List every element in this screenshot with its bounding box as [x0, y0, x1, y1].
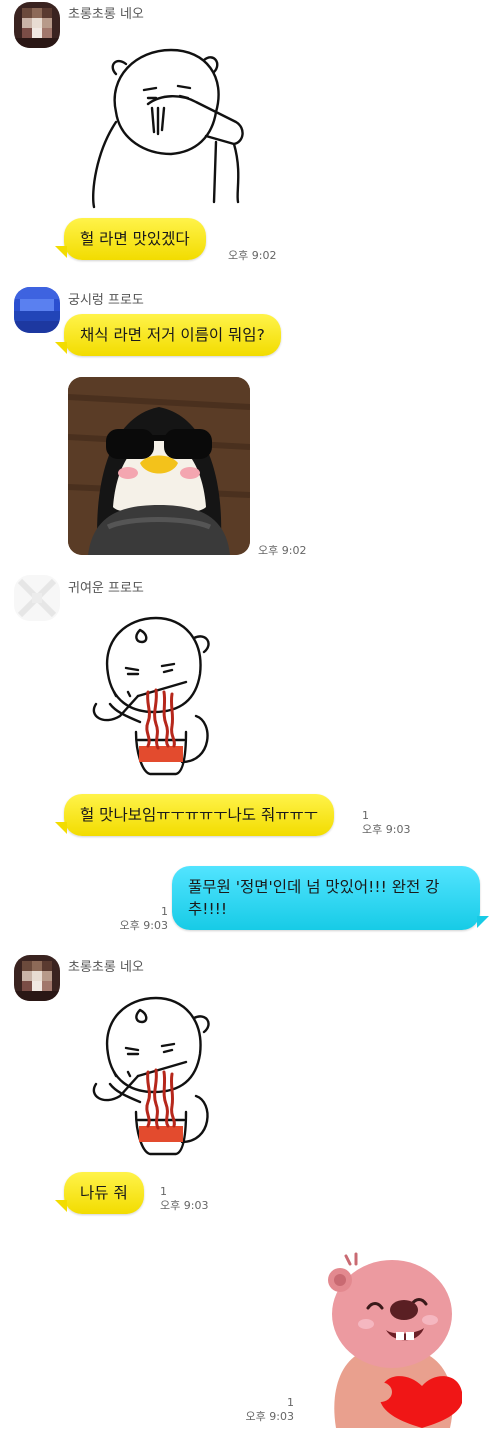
sender-name: 초롱초롱 네오: [68, 960, 144, 975]
avatar[interactable]: [14, 287, 60, 333]
avatar[interactable]: [14, 575, 60, 621]
message-time: 오후 9:02: [228, 249, 277, 262]
unread-count: 1: [161, 905, 168, 918]
message-meta: 1 오후 9:03: [160, 1185, 208, 1213]
message-bubble[interactable]: 헐 라면 맛있겠다: [55, 218, 206, 260]
sender-name: 초롱초롱 네오: [68, 7, 144, 22]
beaver-heart-sticker[interactable]: [322, 1252, 463, 1432]
avatar[interactable]: [14, 955, 60, 1001]
message-meta: 1 오후 9:03: [362, 809, 410, 837]
message-bubble[interactable]: 채식 라면 저거 이름이 뭐임?: [55, 314, 281, 356]
message-bubble[interactable]: 풀무원 '정면'인데 넘 맛있어!!! 완전 강추!!!!: [172, 866, 489, 930]
unread-count: 1: [160, 1185, 167, 1198]
message-bubble[interactable]: 헐 맛나보임ㅠㅜㅠㅠㅜ나도 줘ㅠㅠㅜ: [54, 794, 335, 836]
message-time: 오후 9:02: [258, 544, 307, 557]
message-meta: 1 오후 9:03: [116, 905, 168, 933]
unread-count: 1: [362, 809, 369, 822]
message-time: 오후 9:03: [245, 1410, 294, 1423]
message-time: 오후 9:03: [119, 919, 168, 932]
message-time: 오후 9:03: [160, 1199, 209, 1212]
sender-name: 귀여운 프로도: [68, 581, 144, 596]
ramen-eating-sticker: [86, 612, 216, 784]
noodle-slurp-sticker: [86, 42, 256, 216]
sender-name: 궁시렁 프로도: [68, 293, 144, 308]
message-bubble[interactable]: 나듀 줘: [55, 1172, 144, 1214]
penguin-sunglasses-photo[interactable]: [68, 377, 250, 555]
ramen-eating-sticker: [86, 992, 216, 1164]
avatar[interactable]: [14, 2, 60, 48]
message-meta: 1 오후 9:03: [240, 1396, 294, 1424]
unread-count: 1: [287, 1396, 294, 1409]
message-time: 오후 9:03: [362, 823, 411, 836]
